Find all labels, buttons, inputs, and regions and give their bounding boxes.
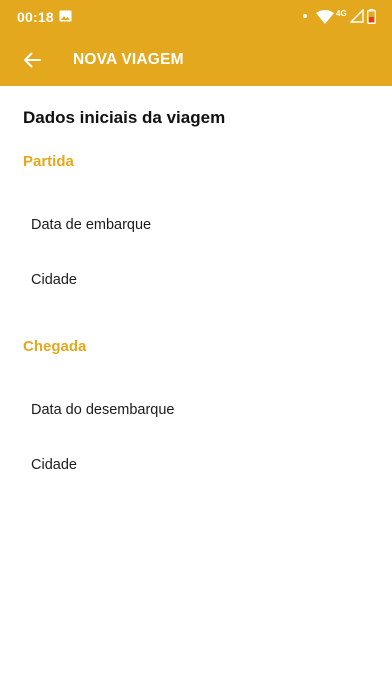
gallery-icon (59, 10, 72, 22)
status-bar: 00:18 4G (0, 0, 392, 34)
network-type-label: 4G (336, 9, 347, 18)
partida-label: Partida (23, 153, 74, 170)
data-desembarque-field[interactable]: Data do desembarque (22, 392, 370, 428)
status-time: 00:18 (17, 9, 54, 25)
battery-icon (367, 9, 376, 24)
arrow-left-icon (24, 52, 41, 68)
cidade-partida-field[interactable]: Cidade (22, 262, 370, 298)
section-title: Dados iniciais da viagem (23, 108, 226, 127)
data-embarque-field[interactable]: Data de embarque (22, 207, 370, 243)
back-button[interactable] (18, 46, 48, 74)
chegada-label: Chegada (23, 338, 87, 355)
wifi-icon (316, 10, 334, 24)
signal-icon (350, 9, 364, 23)
notification-dot-icon (303, 14, 307, 18)
page-title: NOVA VIAGEM (73, 51, 184, 68)
cidade-chegada-field[interactable]: Cidade (22, 447, 370, 483)
app-bar: NOVA VIAGEM (0, 34, 392, 86)
